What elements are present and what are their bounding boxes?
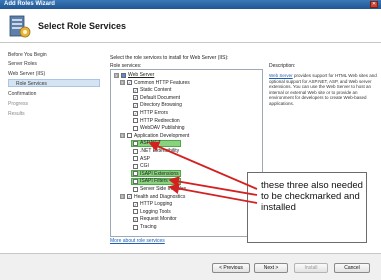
checkbox[interactable]: [133, 186, 138, 192]
checkbox[interactable]: [133, 209, 138, 215]
window-titlebar: Add Roles Wizard ✕: [0, 0, 381, 9]
tree-node-label: CGI: [140, 163, 149, 170]
close-icon[interactable]: ✕: [370, 1, 378, 8]
tree-node-label: HTTP Redirection: [140, 117, 180, 124]
tree-node[interactable]: Server Side Includes: [133, 186, 186, 192]
checkbox[interactable]: [133, 87, 138, 93]
checkbox[interactable]: [133, 224, 138, 230]
next-button[interactable]: Next >: [254, 263, 288, 273]
tree-node-label: Static Content: [140, 87, 172, 94]
tree-node[interactable]: ASP.NET: [133, 140, 161, 146]
tree-node[interactable]: ⊟ Health and Diagnostics: [120, 194, 185, 200]
tree-node[interactable]: ⊟ Web Server: [114, 72, 154, 78]
checkbox[interactable]: [133, 156, 138, 162]
checkbox[interactable]: [133, 118, 138, 124]
nav-item-results: Results: [8, 111, 25, 117]
tree-node-label: Request Monitor: [140, 216, 177, 223]
checkbox[interactable]: [133, 102, 138, 108]
tree-node[interactable]: CGI: [133, 163, 149, 169]
expander-icon[interactable]: ⊟: [120, 194, 125, 200]
tree-node[interactable]: Directory Browsing: [133, 102, 182, 108]
checkbox[interactable]: [133, 148, 138, 154]
description-link[interactable]: Web Server: [269, 73, 293, 78]
window-title: Add Roles Wizard: [4, 1, 55, 7]
expander-icon[interactable]: ⊟: [114, 72, 119, 78]
tree-node-label: Common HTTP Features: [134, 79, 190, 86]
tree-node-label: Web Server: [128, 72, 155, 78]
expander-icon[interactable]: ⊟: [120, 80, 125, 86]
tree-node[interactable]: WebDAV Publishing: [133, 125, 185, 131]
tree-node-label: HTTP Errors: [140, 110, 168, 116]
tree-node-label: HTTP Logging: [140, 201, 173, 208]
instruction-text: Select the role services to install for …: [110, 55, 229, 61]
checkbox[interactable]: [133, 140, 138, 146]
wizard-header: Select Role Services: [0, 9, 381, 43]
nav-item-progress: Progress: [8, 101, 29, 107]
description-panel: Description: Web Server provides support…: [269, 63, 377, 106]
more-about-role-services-link[interactable]: More about role services: [110, 238, 165, 244]
page-title: Select Role Services: [38, 21, 127, 31]
checkbox[interactable]: [133, 171, 138, 177]
checkbox[interactable]: [127, 133, 132, 139]
nav-item-server-roles[interactable]: Server Roles: [8, 61, 37, 67]
role-services-tree[interactable]: ⊟Web Server⊟Common HTTP FeaturesStatic C…: [110, 69, 263, 237]
tree-node[interactable]: ISAPI Extensions: [133, 171, 179, 177]
tree-node[interactable]: HTTP Errors: [133, 110, 168, 116]
checkbox[interactable]: [133, 125, 138, 131]
tree-node-label: ASP.NET: [140, 140, 161, 147]
tree-node-label: Application Development: [134, 132, 190, 139]
tree-node[interactable]: Tracing: [133, 224, 157, 230]
tree-node[interactable]: .NET Extensibility: [133, 148, 179, 154]
tree-node[interactable]: Default Document: [133, 95, 180, 101]
tree-node-label: Logging Tools: [140, 208, 171, 215]
wizard-footer: < Previous Next > Install Cancel: [0, 253, 381, 280]
tree-node-label: Default Document: [140, 94, 181, 101]
annotation-text: these three also needed to be checkmarke…: [261, 180, 363, 213]
tree-node-label: WebDAV Publishing: [140, 125, 185, 132]
tree-node[interactable]: ⊟ Common HTTP Features: [120, 80, 190, 86]
tree-node[interactable]: Static Content: [133, 87, 171, 93]
tree-node[interactable]: ISAPI Filters: [133, 178, 168, 184]
nav-item-web-server[interactable]: Web Server (IIS): [8, 71, 45, 77]
checkbox[interactable]: [127, 80, 132, 86]
tree-node[interactable]: HTTP Logging: [133, 201, 172, 207]
tree-node-label: .NET Extensibility: [140, 148, 180, 154]
checkbox[interactable]: [133, 95, 138, 101]
checkbox[interactable]: [133, 201, 138, 207]
annotation-callout: these three also needed to be checkmarke…: [247, 172, 367, 243]
tree-node[interactable]: Logging Tools: [133, 209, 171, 215]
tree-node[interactable]: ASP: [133, 156, 150, 162]
nav-item-role-services[interactable]: Role Services: [16, 81, 47, 87]
tree-node-label: ISAPI Extensions: [140, 170, 179, 177]
nav-item-confirmation[interactable]: Confirmation: [8, 91, 36, 97]
cancel-button[interactable]: Cancel: [334, 263, 370, 273]
nav-item-before-you-begin[interactable]: Before You Begin: [8, 52, 47, 58]
tree-node-label: Server Side Includes: [140, 186, 187, 192]
tree-node-label: Health and Diagnostics: [134, 193, 186, 200]
tree-node[interactable]: HTTP Redirection: [133, 118, 180, 124]
previous-button[interactable]: < Previous: [212, 263, 250, 273]
description-text: Web Server provides support for HTML Web…: [269, 73, 377, 106]
wizard-nav: Before You Begin Server Roles Web Server…: [0, 44, 104, 253]
description-heading: Description:: [269, 63, 296, 69]
expander-icon[interactable]: ⊟: [120, 133, 125, 139]
checkbox[interactable]: [133, 110, 138, 116]
checkbox[interactable]: [133, 163, 138, 169]
description-body: provides support for HTML Web sites and …: [269, 73, 377, 106]
tree-node[interactable]: Request Monitor: [133, 216, 177, 222]
tree-node-label: ISAPI Filters: [140, 178, 168, 185]
checkbox[interactable]: [133, 178, 138, 184]
server-roles-icon: [9, 15, 31, 38]
tree-node-label: ASP: [140, 155, 151, 162]
checkbox[interactable]: [133, 216, 138, 222]
install-button: Install: [294, 263, 328, 273]
checkbox[interactable]: [121, 72, 126, 78]
tree-node[interactable]: ⊟ Application Development: [120, 133, 189, 139]
tree-node-label: Directory Browsing: [140, 102, 182, 109]
tree-node-label: Tracing: [140, 224, 157, 230]
checkbox[interactable]: [127, 194, 132, 200]
